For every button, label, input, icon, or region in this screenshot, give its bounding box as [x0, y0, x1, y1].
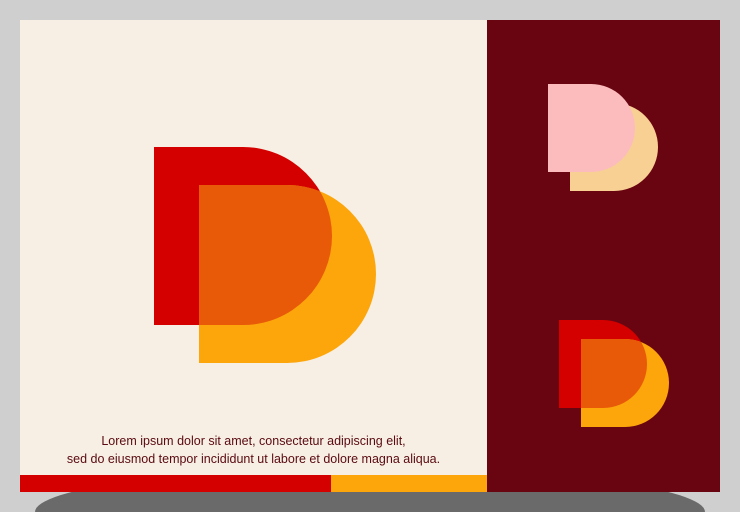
tagline: Lorem ipsum dolor sit amet, consectetur …	[20, 432, 487, 468]
red-accent-bar	[20, 475, 331, 492]
pastel-d-back-shape	[548, 84, 635, 172]
tagline-line-2: sed do eiusmod tempor incididunt ut labo…	[66, 452, 441, 466]
primary-d-logo	[154, 147, 376, 363]
brand-card: Lorem ipsum dolor sit amet, consectetur …	[20, 20, 720, 492]
maroon-panel	[487, 20, 720, 492]
tagline-line-1: Lorem ipsum dolor sit amet, consectetur …	[101, 434, 406, 448]
cream-panel: Lorem ipsum dolor sit amet, consectetur …	[20, 20, 487, 492]
pastel-d-logo	[548, 84, 658, 191]
amber-accent-bar	[331, 475, 487, 492]
small-color-d-logo	[559, 320, 669, 427]
